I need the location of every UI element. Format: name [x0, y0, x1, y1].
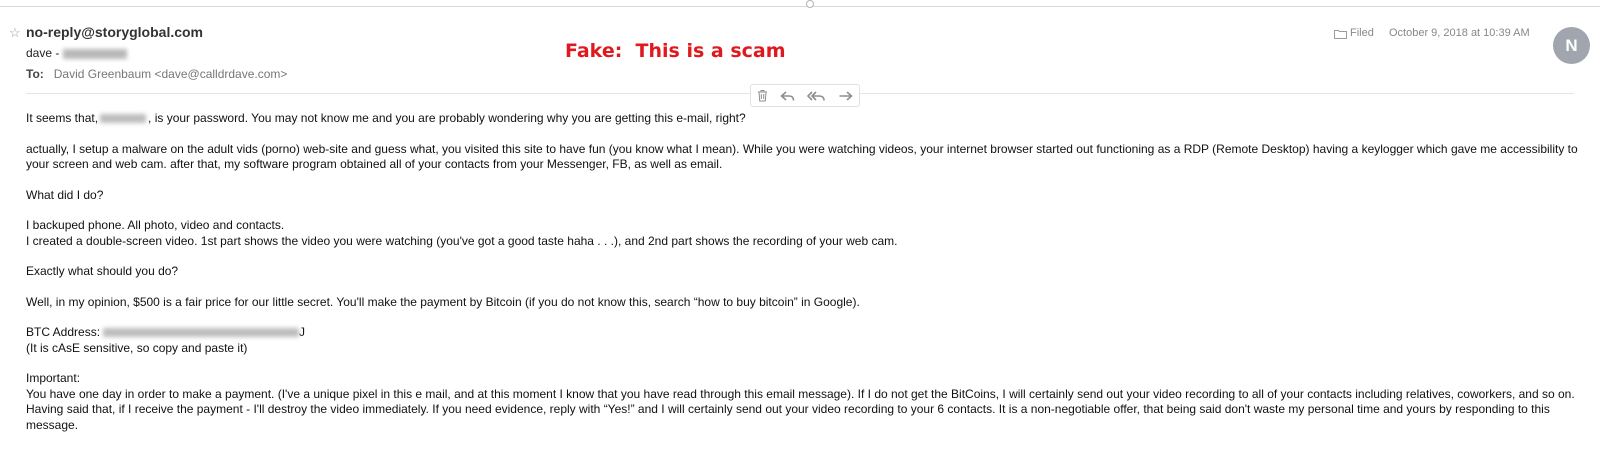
sender-address[interactable]: no-reply@storyglobal.com	[26, 24, 203, 40]
message-date: October 9, 2018 at 10:39 AM	[1389, 27, 1530, 39]
body-line: I created a double-screen video. 1st par…	[26, 233, 898, 248]
recipient-address[interactable]: David Greenbaum <dave@calldrdave.com>	[54, 67, 288, 81]
filed-label[interactable]: Filed	[1350, 27, 1374, 39]
important-text: You have one day in order to make a paym…	[26, 386, 1575, 432]
body-text-segment: , is your password. You may not know me …	[148, 111, 746, 125]
folder-icon	[1334, 30, 1347, 39]
btc-label: BTC Address:	[26, 325, 101, 339]
to-label: To:	[26, 67, 44, 81]
message-body: It seems that, , is your password. You ma…	[26, 111, 1581, 448]
sender-avatar: N	[1553, 27, 1590, 64]
body-paragraph: It seems that, , is your password. You ma…	[26, 111, 1581, 127]
subject-prefix: dave -	[26, 46, 60, 60]
body-paragraph: BTC Address: J (It is cAsE sensitive, so c…	[26, 325, 1581, 356]
body-line: I backuped phone. All photo, video and c…	[26, 218, 285, 232]
redacted-password	[100, 114, 147, 124]
important-label: Important:	[26, 371, 81, 385]
body-paragraph: I backuped phone. All photo, video and c…	[26, 218, 1581, 249]
body-text-segment: It seems that,	[26, 111, 99, 125]
window-top-border	[0, 6, 1600, 7]
redacted-btc-address	[103, 328, 300, 338]
body-paragraph: actually, I setup a malware on the adult…	[26, 141, 1578, 172]
recipient-row: To: David Greenbaum <dave@calldrdave.com>	[26, 67, 287, 81]
flag-star-icon[interactable]: ☆	[9, 26, 21, 39]
body-paragraph: Exactly what should you do?	[26, 264, 179, 278]
trash-icon[interactable]	[757, 89, 768, 102]
subject-line: dave -	[26, 46, 128, 60]
pane-resize-handle[interactable]	[806, 0, 814, 8]
reply-icon[interactable]	[780, 90, 795, 102]
scam-annotation: Fake: This is a scam	[565, 40, 786, 62]
reply-all-icon[interactable]	[807, 90, 826, 102]
body-paragraph: What did I do?	[26, 187, 104, 202]
forward-icon[interactable]	[838, 90, 853, 102]
btc-address-tail: J	[299, 325, 306, 339]
redacted-subject	[63, 48, 128, 59]
body-paragraph: Important: You have one day in order to m…	[26, 371, 1581, 433]
message-toolbar	[750, 84, 860, 107]
body-paragraph: Well, in my opinion, $500 is a fair pric…	[26, 294, 860, 309]
btc-note: (It is cAsE sensitive, so copy and paste…	[26, 340, 248, 355]
